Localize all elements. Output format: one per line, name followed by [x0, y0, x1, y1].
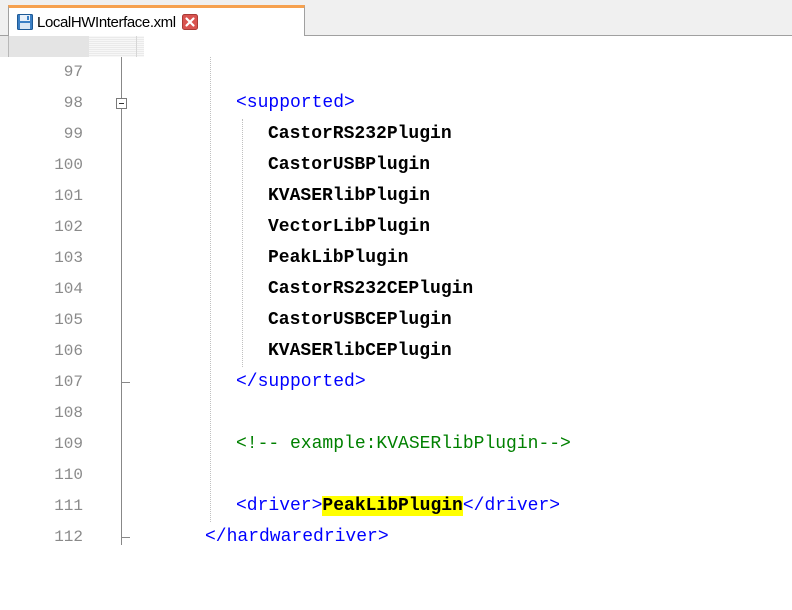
code-line[interactable]: 109 <!-- example:KVASERlibPlugin-->: [0, 429, 792, 460]
code-text: CastorUSBCEPlugin: [268, 305, 452, 336]
code-line[interactable]: 104 CastorRS232CEPlugin: [0, 274, 792, 305]
line-number: 104: [54, 280, 83, 298]
code-line[interactable]: 106 KVASERlibCEPlugin: [0, 336, 792, 367]
fold-line: [121, 57, 122, 98]
code-line[interactable]: 97: [0, 57, 792, 88]
code-line[interactable]: 99 CastorRS232Plugin: [0, 119, 792, 150]
tab-label: LocalHWInterface.xml: [37, 13, 176, 31]
code-text: </supported>: [236, 367, 366, 398]
line-number: 99: [63, 125, 83, 143]
code-text: <driver>PeakLibPlugin</driver>: [236, 491, 560, 522]
indent-guide: [210, 57, 211, 522]
text-token: CastorUSBPlugin: [268, 155, 431, 175]
tag-token: </driver>: [462, 496, 561, 516]
comment-token: <!-- example:KVASERlibPlugin-->: [236, 434, 571, 454]
code-line[interactable]: 102 VectorLibPlugin: [0, 212, 792, 243]
tab-localhwinterface[interactable]: LocalHWInterface.xml: [8, 5, 305, 36]
text-token: VectorLibPlugin: [268, 217, 431, 237]
code-line[interactable]: 100 CastorUSBPlugin: [0, 150, 792, 181]
code-text: PeakLibPlugin: [268, 243, 408, 274]
tag-token: </supported>: [236, 372, 366, 392]
code-text: CastorUSBPlugin: [268, 150, 430, 181]
line-number: 112: [54, 528, 83, 546]
code-text: VectorLibPlugin: [268, 212, 430, 243]
search-highlight: PeakLibPlugin: [322, 496, 463, 516]
code-text: CastorRS232Plugin: [268, 119, 452, 150]
fold-collapse-box[interactable]: [116, 98, 127, 109]
line-number: 98: [63, 94, 83, 112]
line-number: 111: [54, 497, 83, 515]
text-token: KVASERlibCEPlugin: [268, 341, 452, 361]
code-line[interactable]: 105 CastorUSBCEPlugin: [0, 305, 792, 336]
text-token: CastorRS232Plugin: [268, 124, 452, 144]
code-line[interactable]: 107 </supported>: [0, 367, 792, 398]
line-number: 109: [54, 435, 83, 453]
floppy-disk-icon: [16, 14, 33, 31]
tag-token: <driver>: [236, 496, 323, 516]
text-token: KVASERlibPlugin: [268, 186, 431, 206]
code-line[interactable]: 112 </hardwaredriver>: [0, 522, 792, 553]
code-line[interactable]: 110: [0, 460, 792, 491]
code-text: KVASERlibCEPlugin: [268, 336, 452, 367]
line-number: 110: [54, 466, 83, 484]
line-number: 106: [54, 342, 83, 360]
code-line[interactable]: 103 PeakLibPlugin: [0, 243, 792, 274]
text-token: PeakLibPlugin: [268, 248, 409, 268]
line-number: 100: [54, 156, 83, 174]
line-number: 107: [54, 373, 83, 391]
fold-line: [121, 109, 122, 545]
code-line[interactable]: 101 KVASERlibPlugin: [0, 181, 792, 212]
code-text: KVASERlibPlugin: [268, 181, 430, 212]
text-token: CastorUSBCEPlugin: [268, 310, 452, 330]
indent-guide: [242, 119, 243, 367]
line-number: 105: [54, 311, 83, 329]
line-number: 102: [54, 218, 83, 236]
code-line[interactable]: 111 <driver>PeakLibPlugin</driver>: [0, 491, 792, 522]
fold-end-marker: [121, 382, 130, 383]
code-text: <supported>: [236, 88, 355, 119]
code-line[interactable]: 108: [0, 398, 792, 429]
tag-token: </hardwaredriver>: [205, 527, 389, 547]
code-text: CastorRS232CEPlugin: [268, 274, 473, 305]
code-editor[interactable]: 97 98 <supported> 99 CastorRS232Plugin 100 Cas…: [0, 57, 792, 610]
fold-end-marker: [121, 537, 130, 538]
text-token: CastorRS232CEPlugin: [268, 279, 474, 299]
tag-token: <supported>: [236, 93, 355, 113]
line-number: 97: [63, 63, 83, 81]
code-text: </hardwaredriver>: [205, 522, 389, 553]
line-number: 101: [54, 187, 83, 205]
close-icon[interactable]: [182, 14, 199, 31]
tab-bar: LocalHWInterface.xml: [0, 0, 792, 36]
line-number: 108: [54, 404, 83, 422]
line-number: 103: [54, 249, 83, 267]
code-text: <!-- example:KVASERlibPlugin-->: [236, 429, 571, 460]
